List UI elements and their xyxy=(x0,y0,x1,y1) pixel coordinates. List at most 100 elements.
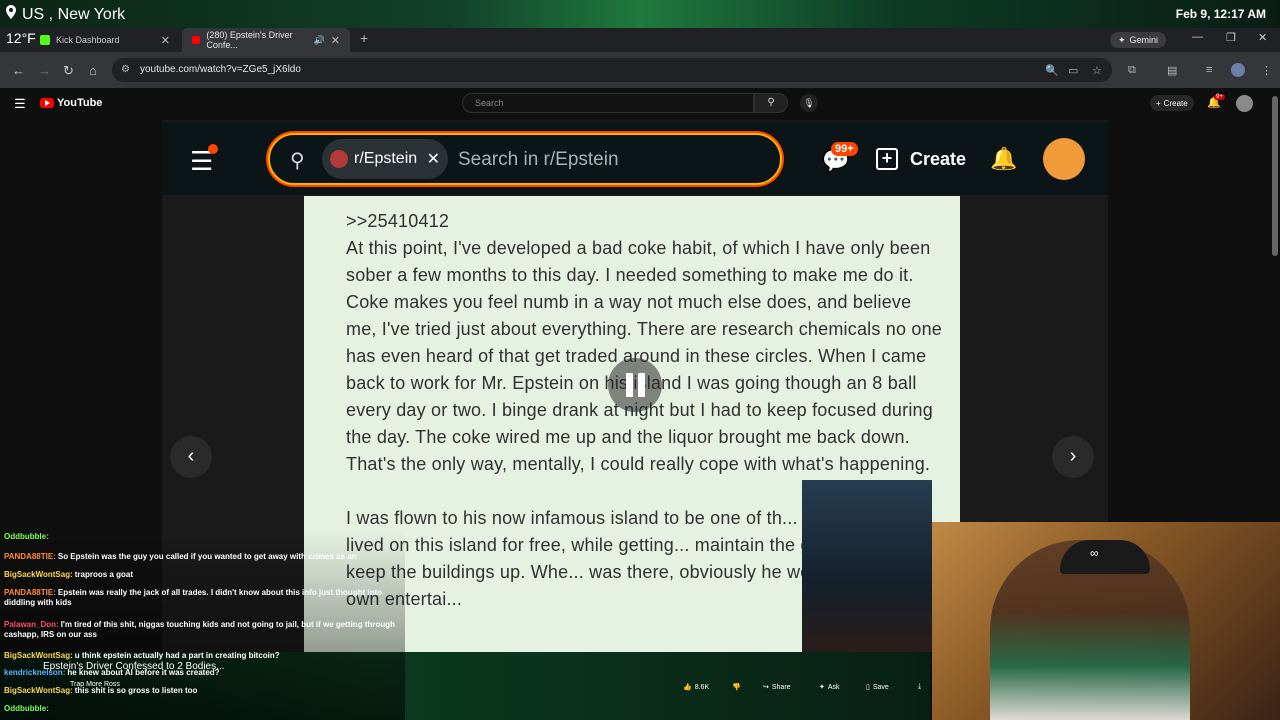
location-readout: US , New York xyxy=(6,5,125,24)
cap-logo-icon: ∞ xyxy=(1090,546,1099,560)
chat-message: BigSackWontSag: u think epstein actually … xyxy=(4,651,404,661)
save-label: Save xyxy=(872,683,889,691)
new-tab-button[interactable]: + xyxy=(360,30,368,46)
more-menu-icon[interactable]: ⋮ xyxy=(1261,64,1272,77)
chat-message: Oddbubble: xyxy=(4,704,404,714)
tab-label: (280) Epstein's Driver Confe... xyxy=(206,30,293,50)
chat-username[interactable]: BigSackWontSag: xyxy=(4,651,73,660)
sparkle-icon: ✦ xyxy=(819,684,825,691)
chat-username[interactable]: Oddbubble: xyxy=(4,532,49,541)
chat-message: PANDA88TIE: So Epstein was the guy you ca… xyxy=(4,552,404,562)
chat-text: I'm tired of this shit, niggas touching … xyxy=(4,620,396,639)
channel-name[interactable]: Trap More Ross xyxy=(70,681,120,688)
gemini-button[interactable]: ✦ Gemini xyxy=(1110,32,1167,48)
chat-message: Oddbubble: xyxy=(4,532,404,542)
chip-close-icon: ✕ xyxy=(426,151,440,168)
share-icon: ↪ xyxy=(763,684,769,691)
reload-icon[interactable]: ↻ xyxy=(63,63,74,79)
microphone-icon[interactable]: 🎙 xyxy=(800,94,818,112)
chat-message: PANDA88TIE: Epstein was really the jack o… xyxy=(4,588,404,608)
chat-username[interactable]: Oddbubble: xyxy=(4,704,49,713)
close-window-icon[interactable]: ✕ xyxy=(1258,31,1267,44)
community-chip: r/Epstein ✕ xyxy=(322,139,448,179)
stream-overlay-bar xyxy=(0,0,1280,28)
reddit-create-button: + Create xyxy=(876,148,966,170)
forward-icon[interactable]: → xyxy=(38,63,51,78)
post-reference-id: >>25410412 xyxy=(346,211,450,231)
cast-icon[interactable]: ▭ xyxy=(1068,64,1078,77)
back-icon[interactable]: ← xyxy=(12,63,25,78)
create-button[interactable]: + Create xyxy=(1150,95,1194,111)
tab-label: Kick Dashboard xyxy=(56,35,120,45)
site-info-icon[interactable]: ⚙ xyxy=(121,64,130,75)
close-tab-icon[interactable]: ✕ xyxy=(161,34,170,47)
gemini-sparkle-icon: ✦ xyxy=(1118,34,1126,45)
download-icon[interactable]: ⤓ xyxy=(918,683,921,691)
save-icon: ▯ xyxy=(866,684,870,691)
chat-text: u think epstein actually had a part in c… xyxy=(74,651,280,660)
ask-button[interactable]: ✦ Ask xyxy=(819,683,840,692)
reddit-user-avatar xyxy=(1043,138,1085,180)
reddit-bell-icon: 🔔 xyxy=(990,146,1018,171)
pause-icon[interactable] xyxy=(608,358,662,412)
thumbs-up-icon: 👍 xyxy=(683,684,692,691)
community-avatar xyxy=(330,150,348,168)
gemini-label: Gemini xyxy=(1129,35,1159,45)
account-avatar[interactable] xyxy=(1236,95,1253,112)
reddit-plus-icon: + xyxy=(876,148,898,170)
extensions-icon[interactable]: ⧉ xyxy=(1128,64,1136,77)
location-text: US , New York xyxy=(22,5,126,23)
address-input[interactable]: youtube.com/watch?v=ZGe5_jX6ldo xyxy=(112,58,1112,82)
chat-message: BigSackWontSag: traproos a goat xyxy=(4,570,404,580)
like-count: 8.6K xyxy=(694,683,710,691)
thumbs-down-icon: 👎 xyxy=(732,684,741,691)
save-button[interactable]: ▯ Save xyxy=(866,683,889,692)
restore-icon[interactable]: ❐ xyxy=(1226,31,1236,44)
chat-username[interactable]: BigSackWontSag: xyxy=(4,570,73,579)
post-paragraph: At this point, I've developed a bad coke… xyxy=(346,238,943,474)
hamburger-menu-icon[interactable]: ☰ xyxy=(14,96,26,112)
kick-favicon-icon xyxy=(40,35,50,45)
zoom-icon[interactable]: 🔍 xyxy=(1045,64,1059,77)
chat-message: BigSackWontSag: this shit is so gross to … xyxy=(4,686,404,696)
reddit-chat-badge: 99+ xyxy=(831,142,858,156)
chat-username[interactable]: Palawan_Don: xyxy=(4,620,59,629)
ask-label: Ask xyxy=(827,683,840,691)
tab-youtube-video[interactable]: (280) Epstein's Driver Confe... 🔊 ✕ xyxy=(182,28,350,52)
youtube-search-input[interactable]: Search xyxy=(462,93,754,113)
youtube-favicon-icon xyxy=(192,36,201,44)
youtube-wordmark: YouTube xyxy=(57,97,103,109)
chat-username[interactable]: BigSackWontSag: xyxy=(4,686,73,695)
profile-avatar[interactable] xyxy=(1231,63,1245,77)
notification-count-badge: 9+ xyxy=(1214,94,1225,100)
tab-kick-dashboard[interactable]: Kick Dashboard ✕ xyxy=(30,28,180,52)
dislike-button[interactable]: 👎 xyxy=(732,683,741,691)
previous-arrow-icon[interactable]: ‹ xyxy=(170,436,212,478)
share-button[interactable]: ↪ Share xyxy=(763,683,791,692)
search-icon[interactable]: ⚲ xyxy=(754,93,788,113)
reddit-search-placeholder: Search in r/Epstein xyxy=(458,149,619,170)
video-title[interactable]: Epstein's Driver Confessed to 2 Bodies..… xyxy=(43,661,224,672)
youtube-play-icon xyxy=(40,98,54,108)
weather-readout: 12°F xyxy=(6,30,36,46)
audio-playing-icon[interactable]: 🔊 xyxy=(314,35,325,46)
streamer-cap xyxy=(1060,540,1150,574)
share-label: Share xyxy=(771,683,791,691)
like-button[interactable]: 👍 8.6K xyxy=(683,683,710,692)
youtube-logo[interactable]: YouTube xyxy=(40,97,102,109)
chat-text: traproos a goat xyxy=(74,570,133,579)
page-scrollbar[interactable] xyxy=(1272,96,1278,256)
plus-icon: + xyxy=(1156,98,1161,108)
home-icon[interactable]: ⌂ xyxy=(89,63,97,78)
sidepanel-icon[interactable]: ▤ xyxy=(1167,64,1177,77)
chat-username[interactable]: PANDA88TIE: xyxy=(4,588,56,597)
secondary-webcam-feed xyxy=(802,480,932,652)
bookmark-star-icon[interactable]: ☆ xyxy=(1092,64,1102,77)
next-arrow-icon[interactable]: › xyxy=(1052,436,1094,478)
media-control-icon[interactable]: ≡ xyxy=(1206,64,1212,76)
reddit-create-label: Create xyxy=(910,148,967,169)
location-pin-icon xyxy=(6,5,16,24)
minimize-icon[interactable]: — xyxy=(1192,31,1203,43)
close-tab-icon[interactable]: ✕ xyxy=(331,34,340,47)
chat-username[interactable]: PANDA88TIE: xyxy=(4,552,56,561)
